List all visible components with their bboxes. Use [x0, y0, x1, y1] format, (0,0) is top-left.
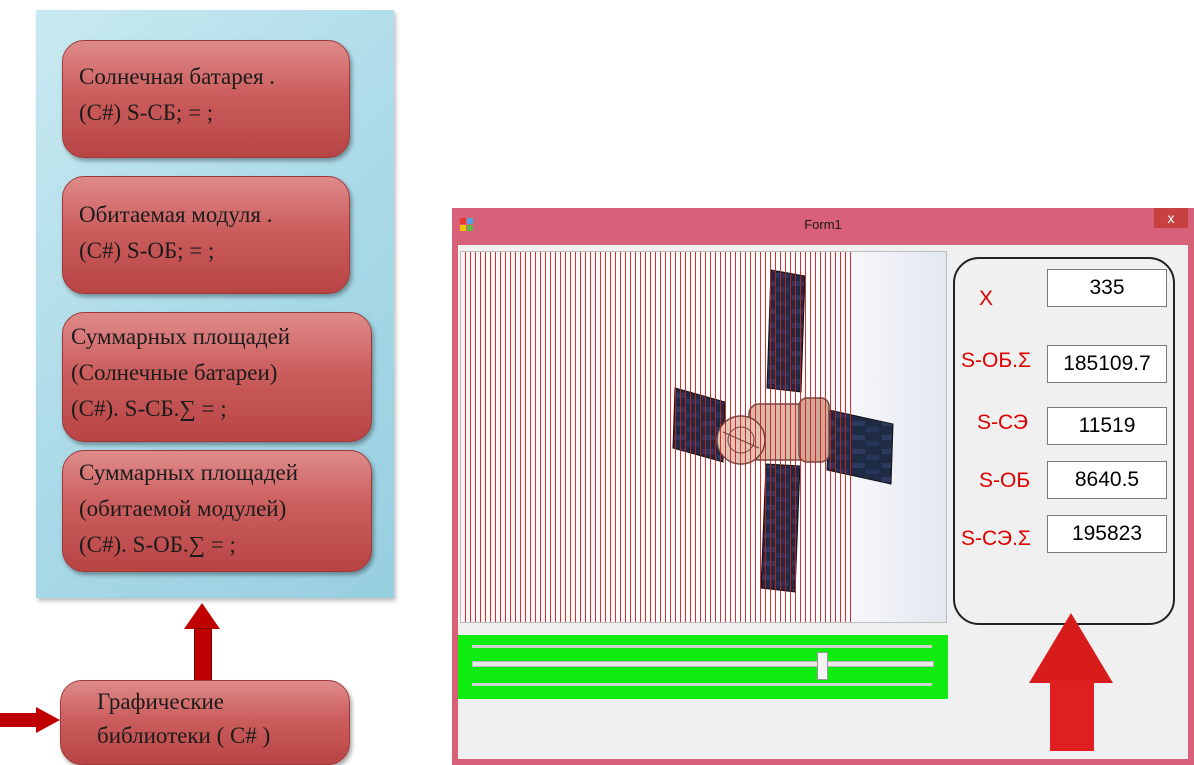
up-arrow-icon	[184, 603, 220, 629]
field-x[interactable]: 335	[1047, 269, 1167, 307]
slider-thumb[interactable]	[816, 652, 828, 680]
node-habitable-module: Обитаемая модуля . (C#) S-ОБ; = ;	[62, 176, 350, 294]
satellite-picture	[460, 251, 947, 623]
up-arrow-shaft	[194, 628, 212, 688]
field-label-s-ob: S-ОБ	[979, 469, 1031, 492]
field-label-s-se: S-СЭ	[977, 411, 1029, 434]
node-line: (C#). S-ОБ.∑ = ;	[79, 532, 236, 557]
node-line: библиотеки ( C# )	[97, 723, 271, 748]
slider-track[interactable]	[472, 661, 934, 667]
slider-tick-line	[472, 683, 932, 686]
right-arrow-shaft	[0, 713, 38, 727]
node-line: Суммарных площадей	[79, 460, 299, 485]
form-window: Form1 x X 335 S-ОБ.Σ 185109.7 S-СЭ 11519…	[452, 208, 1194, 765]
field-s-se[interactable]: 11519	[1047, 407, 1167, 445]
up-arrow-icon	[1029, 613, 1113, 683]
node-line: (обитаемой модулей)	[79, 496, 287, 521]
node-line: (C#) S-СБ; = ;	[79, 100, 214, 125]
field-label-x: X	[979, 287, 994, 310]
client-area: X 335 S-ОБ.Σ 185109.7 S-СЭ 11519 S-ОБ 86…	[458, 245, 1188, 759]
node-line: Графические	[97, 689, 225, 714]
node-graphics-libraries: Графические библиотеки ( C# )	[60, 680, 350, 765]
up-arrow-shaft	[1050, 681, 1094, 751]
close-button[interactable]: x	[1154, 208, 1188, 228]
stripe-overlay	[465, 252, 853, 622]
node-total-module-area: Суммарных площадей (обитаемой модулей) (…	[62, 450, 372, 572]
values-panel: X 335 S-ОБ.Σ 185109.7 S-СЭ 11519 S-ОБ 86…	[953, 257, 1175, 625]
node-line: (C#). S-СБ.∑ = ;	[71, 396, 227, 421]
node-line: (Солнечные батареи)	[71, 360, 278, 385]
window-title: Form1	[804, 217, 842, 232]
field-s-ob-sum[interactable]: 185109.7	[1047, 345, 1167, 383]
title-bar[interactable]: Form1 x	[452, 208, 1194, 244]
node-line: Солнечная батарея .	[79, 64, 276, 89]
field-s-ob[interactable]: 8640.5	[1047, 461, 1167, 499]
node-solar-battery: Солнечная батарея . (C#) S-СБ; = ;	[62, 40, 350, 158]
node-line: Суммарных площадей	[71, 324, 291, 349]
right-arrow-icon	[36, 707, 60, 733]
slider-tick-line	[472, 645, 932, 648]
node-line: (C#) S-ОБ; = ;	[79, 238, 215, 263]
field-label-s-se-sum: S-СЭ.Σ	[961, 527, 1031, 550]
node-total-solar-area: Суммарных площадей (Солнечные батареи) (…	[62, 312, 372, 442]
slider-background	[458, 635, 948, 699]
node-line: Обитаемая модуля .	[79, 202, 273, 227]
field-s-se-sum[interactable]: 195823	[1047, 515, 1167, 553]
field-label-s-ob-sum: S-ОБ.Σ	[961, 349, 1031, 372]
